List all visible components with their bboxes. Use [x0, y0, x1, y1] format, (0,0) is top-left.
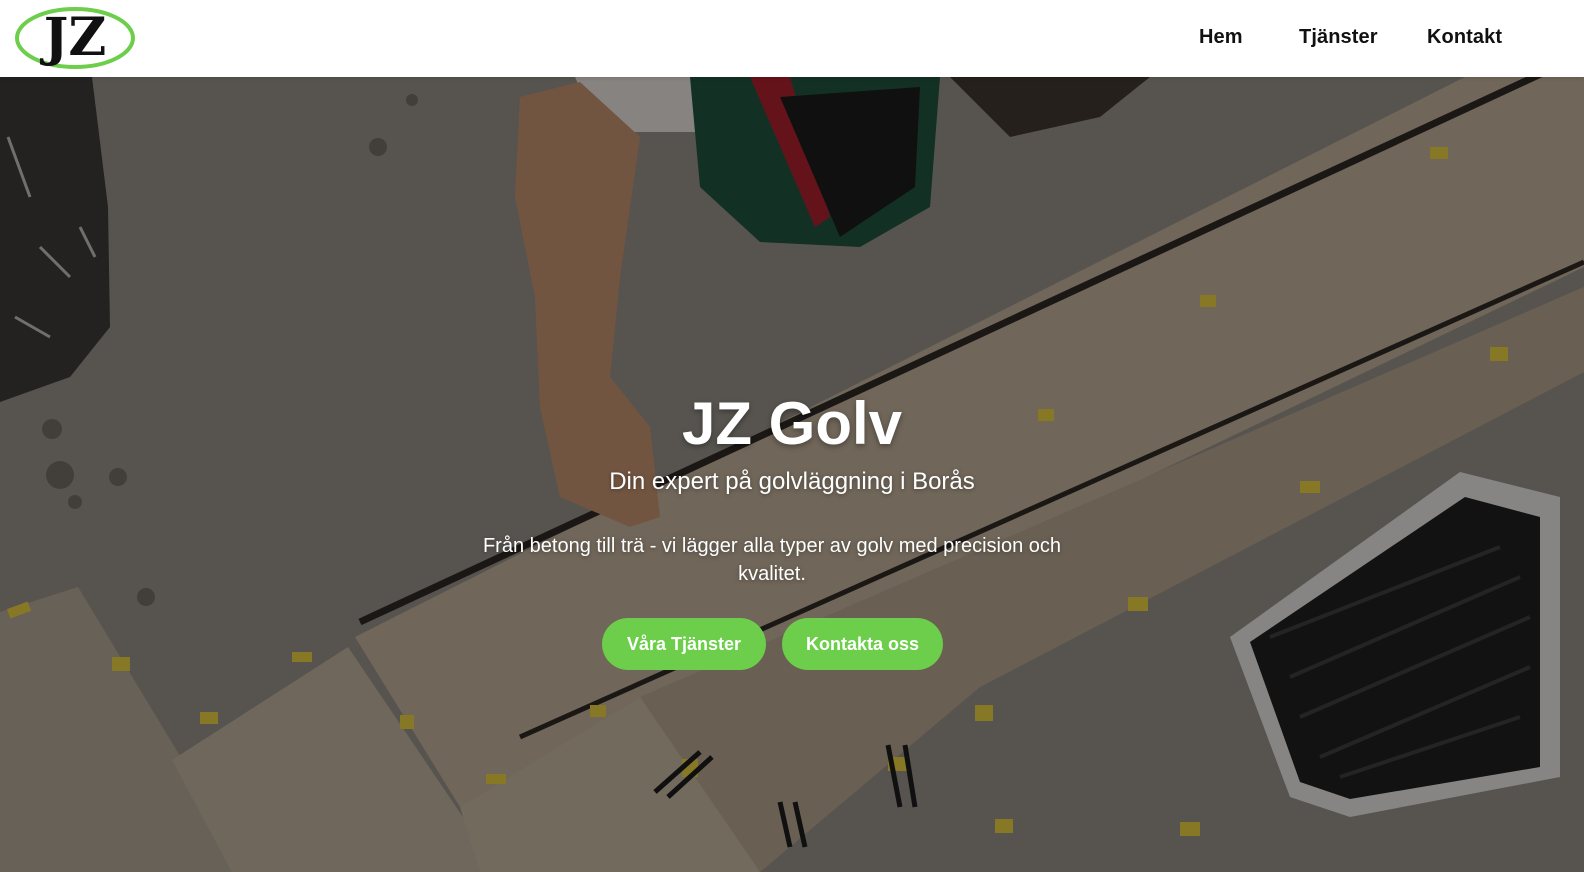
hero-description: Från betong till trä - vi lägger alla ty… [482, 535, 1062, 585]
hero-subtitle: Din expert på golvläggning i Borås [609, 468, 975, 495]
services-button[interactable]: Våra Tjänster [602, 618, 766, 670]
nav-link-tjanster[interactable]: Tjänster [1299, 26, 1378, 49]
jz-logo[interactable]: JZ [14, 5, 136, 71]
site-header: JZ Hem Tjänster Kontakt [0, 0, 1584, 77]
hero-section: JZ Golv Din expert på golvläggning i Bor… [0, 77, 1584, 872]
logo-text: JZ [40, 7, 107, 68]
hero-title: JZ Golv [681, 390, 903, 457]
nav-link-hem[interactable]: Hem [1199, 26, 1243, 49]
nav-link-kontakt[interactable]: Kontakt [1427, 26, 1502, 49]
contact-button[interactable]: Kontakta oss [782, 618, 943, 670]
